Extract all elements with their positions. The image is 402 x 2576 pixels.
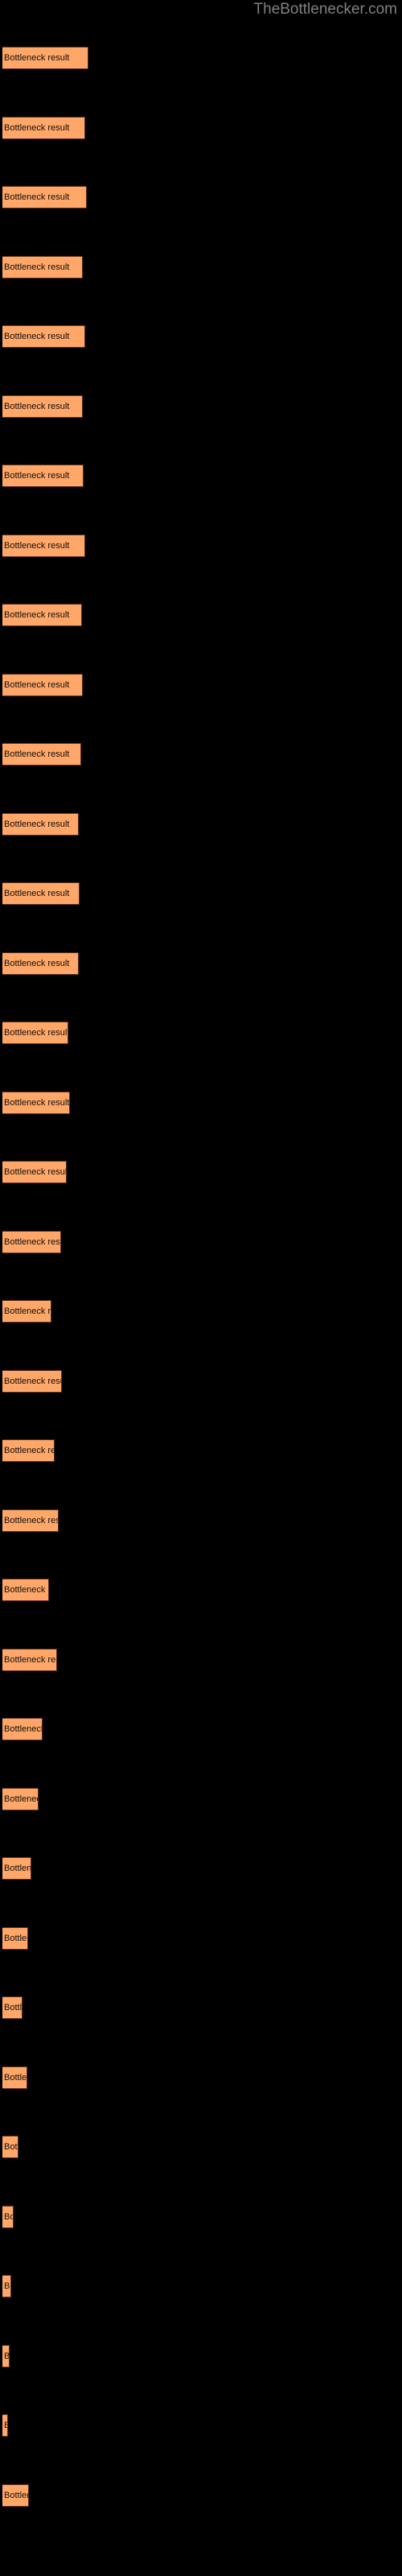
bar-value-label: Bottleneck result bbox=[4, 958, 70, 968]
bar-value-label: Bottleneck result bbox=[4, 1307, 51, 1316]
bar-value-label: Bottleneck result bbox=[4, 2490, 28, 2500]
bar-value-label: Bottleneck result bbox=[4, 2003, 23, 2013]
bar-row: Bottleneck result bbox=[2, 1648, 57, 1671]
bar-value-label: Bottleneck result bbox=[4, 610, 70, 620]
bar-row: Bottleneck result bbox=[2, 186, 87, 208]
bar-value-label: Bottleneck result bbox=[4, 1864, 31, 1873]
bar-row: Bottleneck result bbox=[2, 2066, 27, 2089]
bar-value-label: Bottleneck result bbox=[4, 540, 70, 551]
bar-value-label: Bottleneck result bbox=[4, 401, 70, 411]
bar-value-label: Bottleneck result bbox=[4, 262, 70, 272]
bar-row: Bottleneck result bbox=[2, 1857, 31, 1880]
bar-row: Bottleneck result bbox=[2, 1509, 59, 1532]
bar-value-label: Bottleneck result bbox=[4, 1515, 58, 1525]
bar-value-label: Bottleneck result bbox=[4, 1654, 56, 1665]
bar-row: Bottleneck result bbox=[2, 1230, 61, 1253]
bar-value-label: Bottleneck result bbox=[4, 2351, 10, 2361]
bar-value-label: Bottleneck result bbox=[4, 1167, 67, 1177]
bar-value-label: Bottleneck result bbox=[4, 332, 70, 341]
bar-row: Bottleneck result bbox=[2, 2414, 8, 2437]
bar-row: Bottleneck result bbox=[2, 952, 79, 975]
bar-row: Bottleneck result bbox=[2, 743, 81, 766]
bottleneck-bar-chart: TheBottlenecker.com Bottleneck result Bot… bbox=[0, 0, 402, 2576]
bar-row: Bottleneck result bbox=[2, 1300, 51, 1323]
bar-row: Bottleneck result bbox=[2, 1718, 43, 1740]
bar-value-label: Bottleneck result bbox=[4, 192, 70, 202]
bar-value-label: Bottleneck result bbox=[4, 1028, 68, 1038]
bar-row: Bottleneck result bbox=[2, 1787, 39, 1810]
bar-value-label: Bottleneck result bbox=[4, 1236, 60, 1247]
bar-value-label: Bottleneck result bbox=[4, 1585, 48, 1595]
bar-row: Bottleneck result bbox=[2, 325, 85, 348]
bar-value-label: Bottleneck result bbox=[4, 53, 70, 63]
bar-row: Bottleneck result bbox=[2, 812, 79, 836]
bar-row: Bottleneck result bbox=[2, 2275, 11, 2297]
bar-value-label: Bottleneck result bbox=[4, 1794, 38, 1804]
bar-row: Bottleneck result bbox=[2, 255, 83, 279]
bar-row: Bottleneck result bbox=[2, 1996, 23, 2019]
bar-row: Bottleneck result bbox=[2, 1926, 28, 1950]
bar-value-label: Bottleneck result bbox=[4, 749, 70, 759]
bar-value-label: Bottleneck result bbox=[4, 1376, 61, 1386]
site-watermark: TheBottlenecker.com bbox=[253, 1, 397, 18]
bar-row: Bottleneck result bbox=[2, 1439, 55, 1462]
bar-value-label: Bottleneck result bbox=[4, 1724, 43, 1734]
bar-row: Bottleneck result bbox=[2, 534, 85, 557]
bar-value-label: Bottleneck result bbox=[4, 2142, 18, 2152]
bar-row: Bottleneck result bbox=[2, 882, 80, 905]
bar-row: Bottleneck result bbox=[2, 464, 84, 487]
bar-row: Bottleneck result bbox=[2, 604, 82, 626]
bar-row: Bottleneck result bbox=[2, 1091, 70, 1114]
bar-value-label: Bottleneck result bbox=[4, 1933, 27, 1943]
bar-value-label: Bottleneck result bbox=[4, 2072, 27, 2083]
bar-row: Bottleneck result bbox=[2, 1369, 62, 1393]
bar-value-label: Bottleneck result bbox=[4, 1446, 54, 1455]
bar-value-label: Bottleneck result bbox=[4, 1097, 70, 1108]
bar-row: Bottleneck result bbox=[2, 673, 83, 696]
bar-row: Bottleneck result bbox=[2, 116, 85, 139]
bar-value-label: Bottleneck result bbox=[4, 2415, 7, 2436]
bar-value-label: Bottleneck result bbox=[4, 471, 70, 481]
bar-row: Bottleneck result bbox=[2, 47, 88, 69]
bar-value-label: Bottleneck result bbox=[4, 2281, 10, 2291]
bar-row: Bottleneck result bbox=[2, 394, 83, 418]
bar-row: Bottleneck result bbox=[2, 2344, 10, 2368]
bar-row: Bottleneck result bbox=[2, 1161, 67, 1183]
bar-row: Bottleneck result bbox=[2, 2136, 18, 2158]
bar-row: Bottleneck result bbox=[2, 1022, 68, 1044]
bar-row: Bottleneck result bbox=[2, 2483, 29, 2507]
bar-value-label: Bottleneck result bbox=[4, 122, 70, 133]
bar-value-label: Bottleneck result bbox=[4, 889, 70, 898]
bar-row: Bottleneck result bbox=[2, 1579, 49, 1601]
bar-value-label: Bottleneck result bbox=[4, 819, 70, 829]
bar-value-label: Bottleneck result bbox=[4, 679, 70, 690]
bar-value-label: Bottleneck result bbox=[4, 2211, 13, 2222]
bar-row: Bottleneck result bbox=[2, 2205, 14, 2228]
